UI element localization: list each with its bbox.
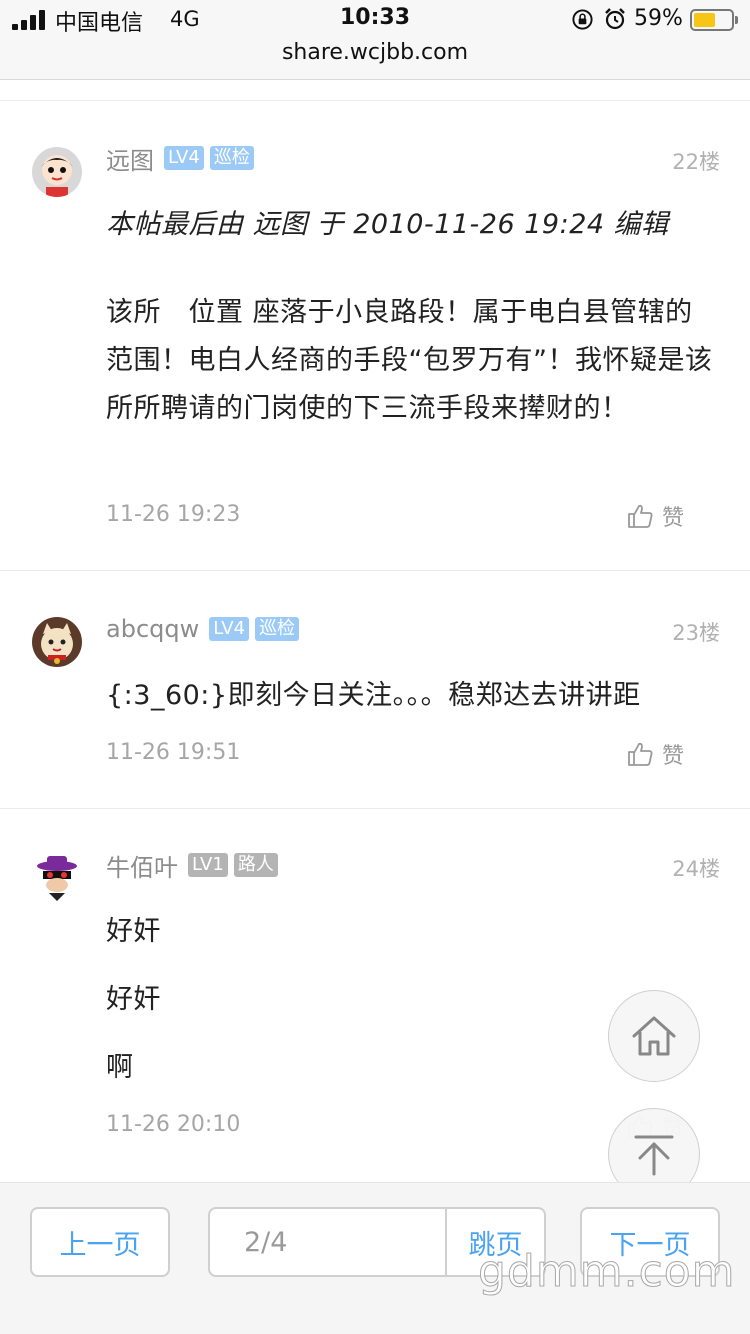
post-item: 远图 LV4 巡检 22楼 本帖最后由 远图 于 2010-11-26 19:2…	[0, 100, 750, 570]
edit-note: 本帖最后由 远图 于 2010-11-26 19:24 编辑	[106, 209, 669, 240]
watermark: gdmm.com	[478, 1246, 736, 1298]
avatar-cartoon-icon	[32, 147, 82, 197]
status-bar: 中国电信 4G 10:33 share.wcjbb.com 59%	[0, 0, 750, 80]
username[interactable]: 远图	[106, 141, 154, 176]
thumbs-up-icon	[628, 504, 653, 528]
floor-number: 22楼	[672, 150, 720, 174]
page-number-input[interactable]	[210, 1209, 445, 1275]
alarm-icon	[605, 8, 625, 30]
post-item: abcqqw LV4 巡检 23楼 {:3_60:}即刻今日关注。。。稳郑达去讲…	[0, 570, 750, 808]
avatar-hat-man-icon	[32, 853, 82, 903]
role-badge: 巡检	[209, 146, 254, 170]
post-content-line: 好奸	[106, 916, 161, 947]
arrow-up-to-top-icon	[634, 1135, 674, 1176]
floor-number: 23楼	[672, 621, 720, 645]
post-time: 11-26 19:23	[106, 502, 241, 527]
floor-number: 24楼	[672, 857, 720, 881]
like-button[interactable]: 赞	[626, 499, 684, 533]
avatar-lucky-cat-icon	[32, 617, 82, 667]
level-badge: LV4	[164, 146, 204, 170]
battery-percent: 59%	[634, 6, 683, 31]
avatar[interactable]	[32, 853, 82, 903]
user-row: 远图 LV4 巡检	[106, 141, 260, 175]
post-time: 11-26 20:10	[106, 1112, 241, 1137]
user-row: 牛佰叶 LV1 路人	[106, 848, 284, 882]
username[interactable]: 牛佰叶	[106, 848, 178, 883]
post-content: 该所 位置 座落于小良路段！属于电白县管辖的范围！电白人经商的手段“包罗万有”！…	[106, 297, 713, 424]
level-badge: LV1	[188, 853, 228, 877]
battery-fill	[694, 13, 715, 27]
username[interactable]: abcqqw	[106, 615, 199, 643]
like-button[interactable]: 赞	[626, 737, 684, 771]
rotation-lock-icon	[572, 9, 593, 30]
post-time: 11-26 19:51	[106, 740, 241, 765]
home-icon	[632, 1016, 676, 1056]
thumbs-up-icon	[628, 742, 653, 766]
role-badge: 巡检	[255, 617, 300, 641]
prev-page-button[interactable]: 上一页	[30, 1207, 170, 1277]
role-badge: 路人	[233, 853, 278, 877]
home-button[interactable]	[608, 990, 700, 1082]
address-url[interactable]: share.wcjbb.com	[0, 40, 750, 65]
battery-icon	[690, 9, 738, 31]
like-label: 赞	[662, 506, 685, 531]
avatar[interactable]	[32, 617, 82, 667]
user-row: abcqqw LV4 巡检	[106, 612, 305, 646]
like-label: 赞	[662, 744, 685, 769]
post-content: {:3_60:}即刻今日关注。。。稳郑达去讲讲距	[106, 680, 641, 711]
avatar[interactable]	[32, 147, 82, 197]
level-badge: LV4	[209, 617, 250, 641]
